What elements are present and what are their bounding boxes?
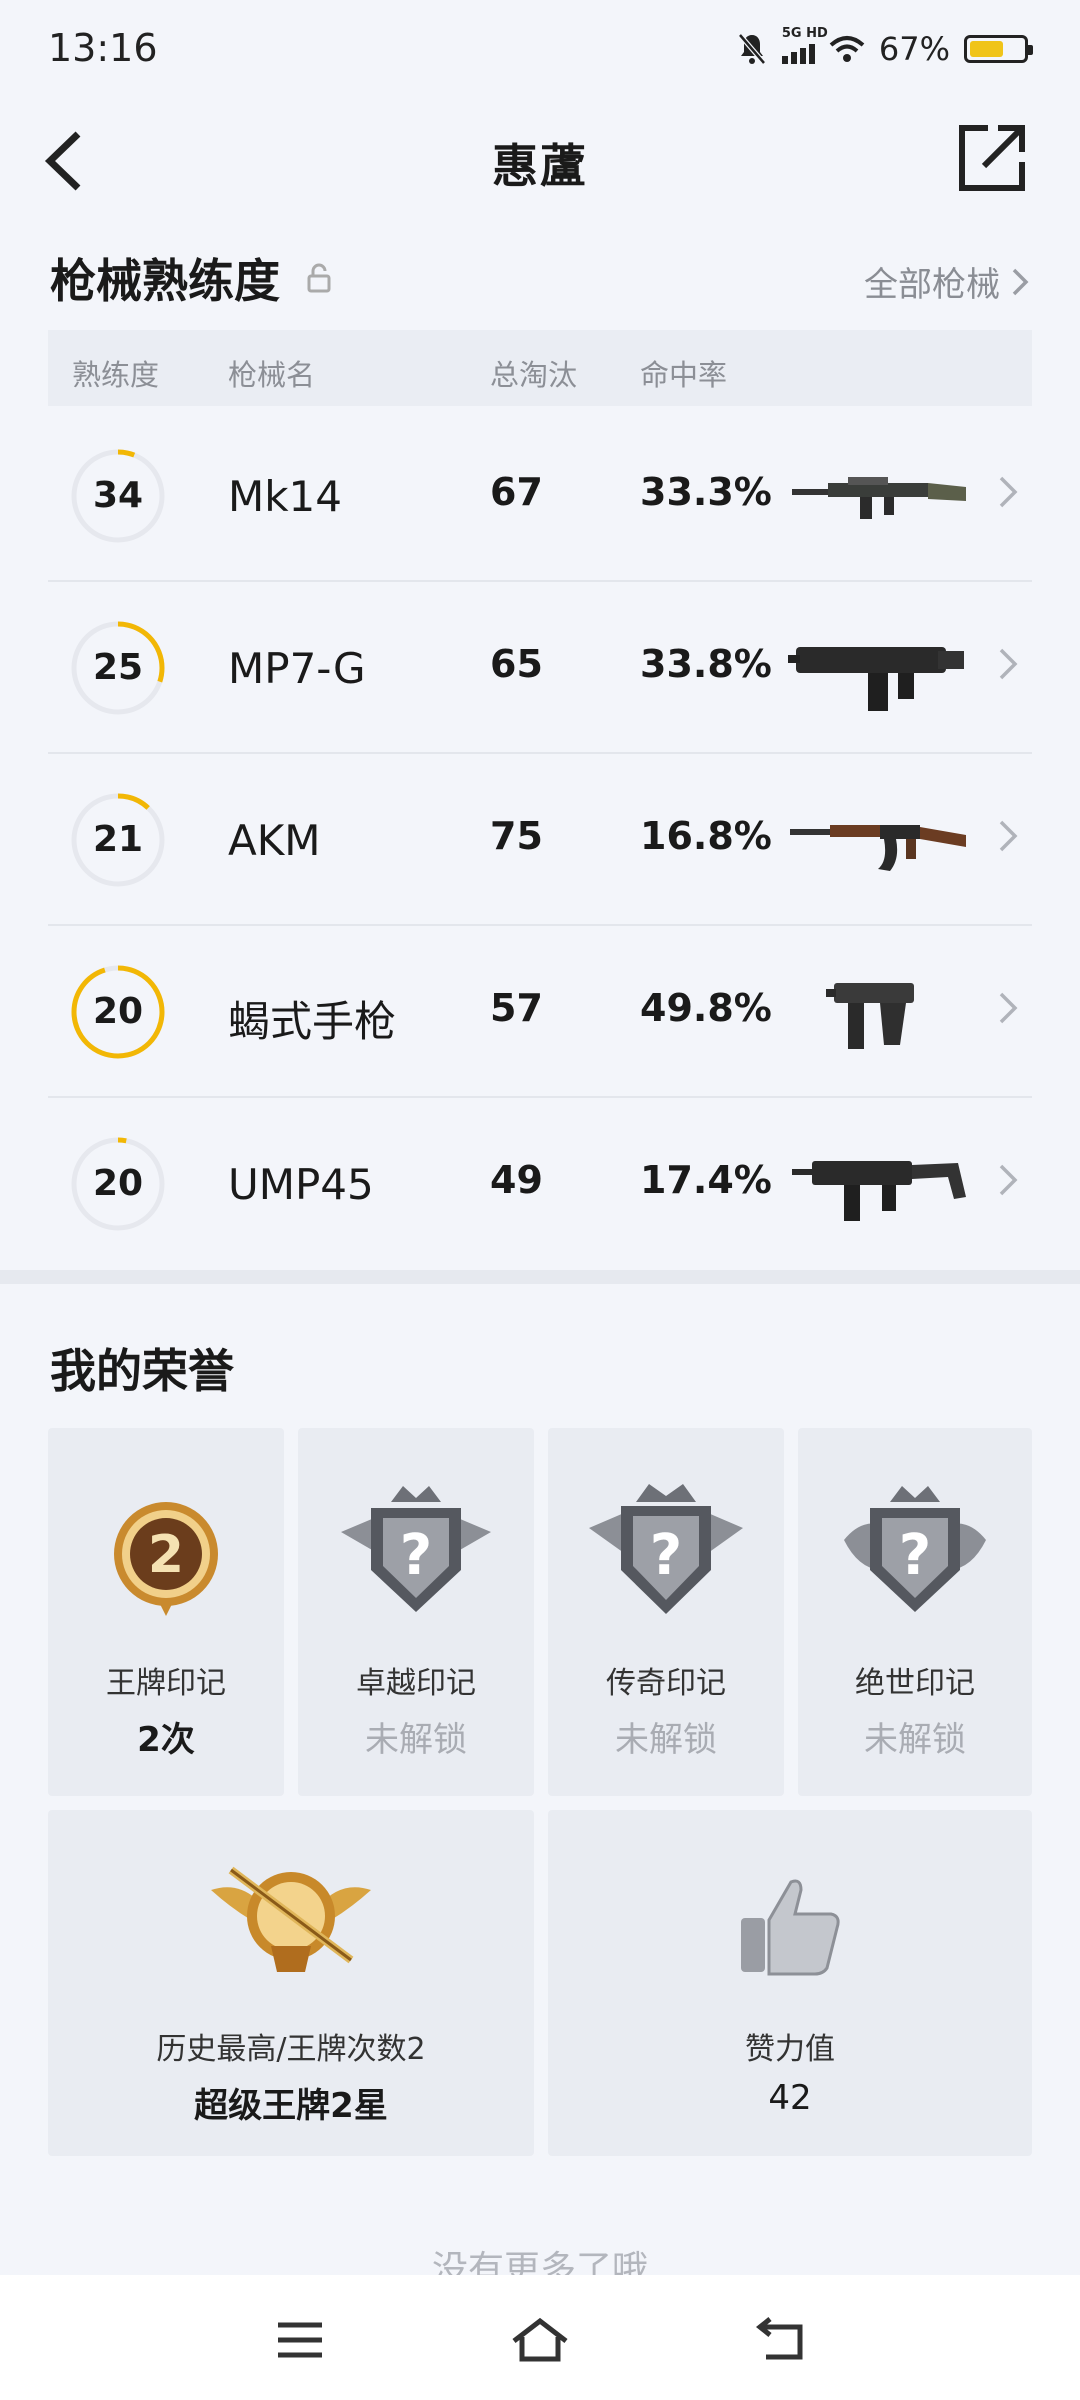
locked-badge-icon: ? [589,1484,743,1614]
rank-emblem-icon [211,1866,371,1972]
badge-label: 绝世印记 [855,1666,975,1701]
effort-label: 赞力值 [745,2032,835,2067]
status-icons: 5G HD 67% [736,26,1033,68]
smg-icon [792,1161,966,1221]
gun-name: MP7-G [228,644,366,693]
all-guns-label: 全部枪械 [864,265,1000,305]
badge-value: 未解锁 [615,1720,717,1760]
lock-icon[interactable] [307,263,331,293]
chevron-right-icon [999,992,1018,1024]
history-value: 超级王牌2星 [194,2086,388,2126]
hit-rate: 33.3% [640,470,772,514]
network-label: 5G HD [781,26,828,41]
badge-value: 未解锁 [864,1720,966,1760]
mastery-level: 21 [92,819,144,860]
locked-badge-icon: ? [341,1486,491,1612]
mastery-level: 20 [92,991,144,1032]
weapon-list: 34 Mk14 67 33.3% 25 MP7-G 65 33.8% 21 AK… [48,410,1032,1268]
menu-icon[interactable] [270,2315,330,2365]
badge-card-excellence[interactable]: ? 卓越印记 未解锁 [298,1428,534,1796]
chevron-right-icon [999,820,1018,852]
thumbs-up-icon [741,1879,840,1976]
chevron-right-icon [999,648,1018,680]
history-rank-card[interactable]: 历史最高/王牌次数2 超级王牌2星 [48,1810,534,2156]
status-bar: 13:16 5G HD 67% [0,0,1080,100]
locked-badge-icon: ? [844,1486,986,1612]
svg-text:?: ? [650,1523,682,1588]
weapon-row[interactable]: 34 Mk14 67 33.3% [48,410,1032,582]
mastery-level: 34 [92,475,144,516]
hit-rate: 17.4% [640,1158,772,1202]
chevron-right-icon [1012,268,1029,295]
weapon-row[interactable]: 25 MP7-G 65 33.8% [48,582,1032,754]
smg-icon [788,647,964,711]
status-time: 13:16 [48,26,158,70]
mastery-section-header: 枪械熟练度 全部枪械 [50,245,1030,315]
total-kills: 75 [490,814,543,858]
battery-icon [964,35,1033,63]
ace-mark-number: 2 [148,1525,184,1585]
gun-name: Mk14 [228,472,343,521]
total-kills: 65 [490,642,543,686]
chevron-right-icon [999,476,1018,508]
all-guns-link[interactable]: 全部枪械 [864,257,1030,306]
share-icon[interactable] [954,120,1030,196]
badge-label: 卓越印记 [356,1666,476,1701]
mastery-level: 25 [92,647,144,688]
table-header: 熟练度 枪械名 总淘汰 命中率 [48,330,1032,406]
wifi-icon [829,36,865,62]
svg-text:?: ? [400,1523,432,1588]
badge-value: 2次 [137,1720,195,1760]
hit-rate: 33.8% [640,642,772,686]
pistol-icon [826,983,914,1049]
badge-card-peerless[interactable]: ? 绝世印记 未解锁 [798,1428,1032,1796]
system-nav-bar [0,2275,1080,2400]
mute-icon [737,33,766,65]
total-kills: 49 [490,1158,543,1202]
hit-rate: 16.8% [640,814,772,858]
ace-mark-icon: 2 [114,1502,218,1616]
total-kills: 57 [490,986,543,1030]
total-kills: 67 [490,470,543,514]
honor-title: 我的荣誉 [50,1344,234,1398]
badge-card-legend[interactable]: ? 传奇印记 未解锁 [548,1428,784,1796]
page-title: 惠蘆 [492,139,588,193]
sniper-rifle-icon [792,477,966,519]
mastery-level: 20 [92,1163,144,1204]
effort-card[interactable]: 赞力值 42 [548,1810,1032,2156]
effort-value: 42 [768,2078,812,2118]
gun-name: 蝎式手枪 [228,997,397,1046]
badge-label: 传奇印记 [606,1666,726,1701]
badge-value: 未解锁 [365,1720,467,1760]
signal-icon: 5G HD [781,26,828,64]
chevron-right-icon [999,1164,1018,1196]
hit-rate: 49.8% [640,986,772,1030]
gun-name: UMP45 [228,1160,374,1209]
col-gun-name: 枪械名 [228,358,316,392]
weapon-row[interactable]: 20 蝎式手枪 57 49.8% [48,926,1032,1098]
gun-name: AKM [228,816,321,865]
assault-rifle-icon [790,825,966,871]
badge-card-ace[interactable]: 2 王牌印记 2次 [48,1428,284,1796]
history-label: 历史最高/王牌次数2 [156,2032,426,2067]
col-kills: 总淘汰 [490,358,578,392]
mastery-title: 枪械熟练度 [50,254,280,308]
top-bar: 惠蘆 [0,110,1080,210]
battery-percent: 67% [878,30,950,68]
back-nav-icon[interactable] [752,2315,812,2365]
badge-label: 王牌印记 [106,1666,226,1701]
svg-text:?: ? [899,1523,931,1588]
col-mastery: 熟练度 [72,358,160,392]
weapon-row[interactable]: 20 UMP45 49 17.4% [48,1098,1032,1268]
section-divider [0,1270,1080,1284]
col-hit-rate: 命中率 [640,358,728,392]
home-icon[interactable] [510,2315,570,2365]
weapon-row[interactable]: 21 AKM 75 16.8% [48,754,1032,926]
